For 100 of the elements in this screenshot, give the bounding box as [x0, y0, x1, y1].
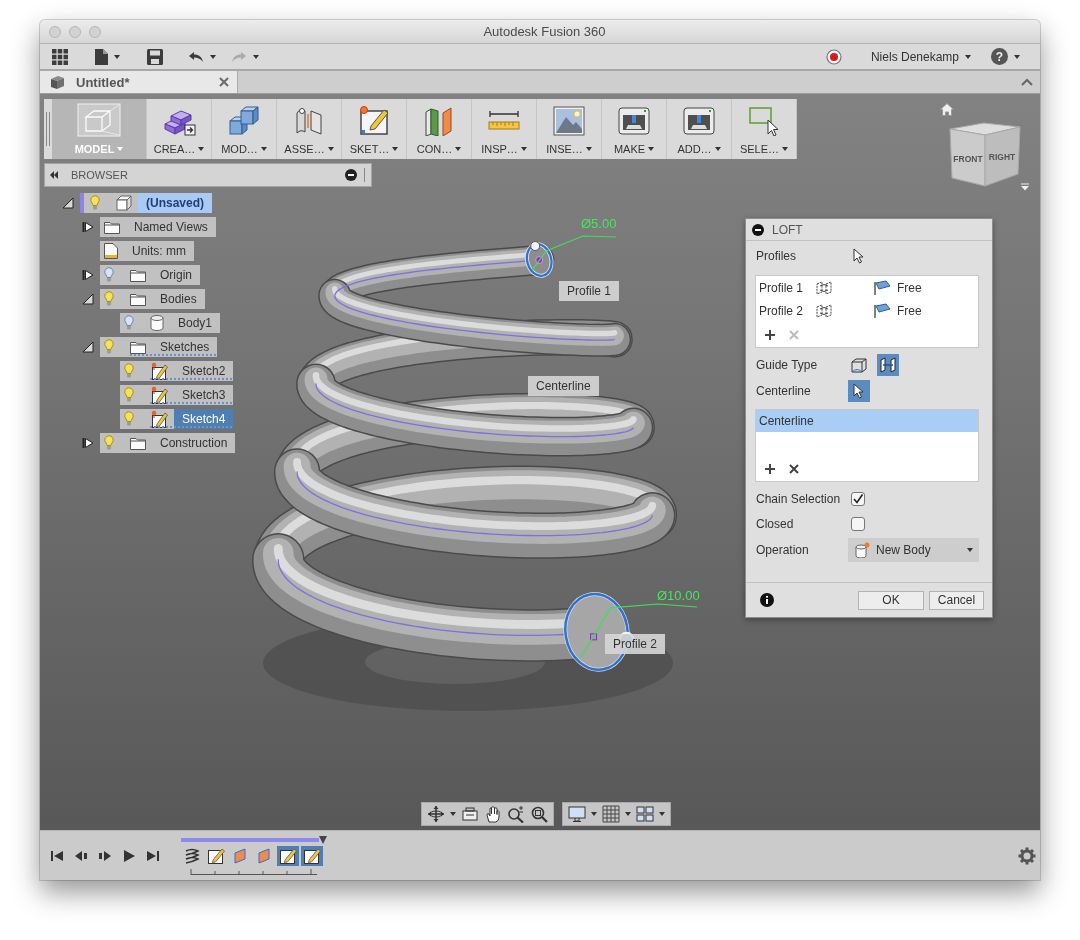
- profile-name[interactable]: Profile 1: [759, 280, 815, 295]
- ribbon-button[interactable]: CON…: [407, 99, 472, 159]
- undo-icon[interactable]: [188, 50, 204, 63]
- caret-icon[interactable]: [450, 812, 456, 816]
- caret-icon[interactable]: [210, 54, 216, 59]
- plus-icon[interactable]: [764, 329, 776, 341]
- caret-icon[interactable]: [625, 812, 631, 816]
- tree-item[interactable]: Sketches: [100, 337, 218, 357]
- tree-item[interactable]: Construction: [100, 433, 236, 453]
- skip-start-icon[interactable]: [50, 848, 64, 863]
- tree-item[interactable]: Origin: [100, 265, 200, 285]
- list-item[interactable]: Centerline: [756, 410, 978, 432]
- plus-icon[interactable]: [764, 463, 776, 475]
- sketch-icon[interactable]: [301, 846, 323, 866]
- pan-hand-icon[interactable]: [484, 805, 502, 823]
- cancel-button[interactable]: Cancel: [929, 590, 984, 610]
- select-button[interactable]: [848, 380, 870, 402]
- ribbon-button[interactable]: SELE…: [732, 99, 797, 159]
- ribbon-button[interactable]: ASSE…: [277, 99, 342, 159]
- lightbulb-icon[interactable]: [124, 315, 134, 331]
- close-icon[interactable]: [789, 464, 799, 474]
- step-forward-icon[interactable]: [98, 848, 112, 863]
- expand-toggle[interactable]: [82, 269, 94, 281]
- tree-item[interactable]: Sketch4: [120, 409, 234, 429]
- profile-circle[interactable]: [524, 241, 554, 278]
- minus-circle-icon[interactable]: [345, 169, 357, 181]
- grid-icon[interactable]: [52, 48, 68, 65]
- home-icon[interactable]: [940, 103, 954, 116]
- playhead-marker[interactable]: [319, 836, 327, 844]
- ok-button[interactable]: OK: [858, 590, 924, 610]
- gear-icon[interactable]: [1018, 846, 1036, 865]
- flag-icon[interactable]: [873, 279, 891, 296]
- caret-icon[interactable]: [965, 54, 971, 59]
- ribbon-button[interactable]: SKET…: [342, 99, 407, 159]
- play-icon[interactable]: [122, 848, 136, 863]
- tree-item[interactable]: Sketch2: [120, 361, 234, 381]
- lightbulb-icon[interactable]: [104, 267, 114, 283]
- tree-item[interactable]: Units: mm: [100, 241, 194, 261]
- user-menu[interactable]: Niels Denekamp: [870, 49, 959, 64]
- profile-name[interactable]: Profile 2: [759, 303, 815, 318]
- tree-item[interactable]: Named Views: [100, 217, 216, 237]
- info-icon[interactable]: [760, 593, 774, 607]
- ribbon-button[interactable]: INSP…: [472, 99, 537, 159]
- tree-item[interactable]: Body1: [120, 313, 221, 333]
- centerline-path[interactable]: [277, 259, 653, 637]
- tree-item-label: Bodies: [159, 291, 198, 308]
- caret-icon: [585, 147, 592, 151]
- ribbon-button[interactable]: INSE…: [537, 99, 602, 159]
- document-tab[interactable]: Untitled*: [40, 71, 238, 93]
- caret-icon[interactable]: [114, 54, 120, 59]
- close-icon[interactable]: [219, 77, 229, 87]
- tree-item[interactable]: Sketch3: [120, 385, 234, 405]
- orbit-icon[interactable]: [427, 805, 445, 823]
- tree-item[interactable]: (Unsaved): [80, 193, 212, 213]
- dimension-label[interactable]: Ø10.00: [657, 588, 700, 603]
- expand-toggle[interactable]: [82, 341, 94, 353]
- chevron-up-icon[interactable]: [1021, 78, 1033, 86]
- flip-icon[interactable]: [815, 279, 833, 296]
- document-icon[interactable]: [95, 48, 108, 65]
- sketch-icon[interactable]: [205, 846, 227, 866]
- ribbon-button[interactable]: CREA…: [147, 99, 212, 159]
- grid-icon[interactable]: [602, 805, 620, 823]
- caret-icon[interactable]: [1014, 54, 1020, 59]
- expand-toggle[interactable]: [82, 293, 94, 305]
- ribbon-button[interactable]: ADD…: [667, 99, 732, 159]
- skip-end-icon[interactable]: [146, 848, 160, 863]
- collapse-icon[interactable]: [752, 223, 764, 236]
- view-cube-label[interactable]: RIGHT: [988, 152, 1016, 162]
- view-cube[interactable]: [949, 122, 1021, 187]
- sketch-icon[interactable]: [277, 846, 299, 866]
- display-icon[interactable]: [568, 805, 586, 823]
- expand-toggle[interactable]: [62, 197, 74, 209]
- help-button[interactable]: ?: [991, 48, 1008, 65]
- save-icon[interactable]: [147, 48, 163, 65]
- zoom-window-icon[interactable]: [530, 805, 548, 823]
- ribbon-button[interactable]: MOD…: [212, 99, 277, 159]
- flip-icon[interactable]: [815, 302, 833, 319]
- record-icon[interactable]: [825, 48, 842, 65]
- zoom-icon[interactable]: [507, 805, 525, 823]
- look-at-icon[interactable]: [461, 805, 479, 823]
- ribbon-button[interactable]: MAKE: [602, 99, 667, 159]
- tree-item[interactable]: Bodies: [100, 289, 205, 309]
- caret-icon[interactable]: [253, 54, 259, 59]
- collapse-icon[interactable]: [50, 171, 58, 179]
- caret-icon[interactable]: [659, 812, 665, 816]
- expand-toggle[interactable]: [82, 221, 94, 233]
- end-condition[interactable]: Free: [897, 280, 922, 295]
- flag-icon[interactable]: [873, 302, 891, 319]
- checkbox[interactable]: [851, 517, 865, 531]
- step-back-icon[interactable]: [74, 848, 88, 863]
- drag-handle[interactable]: [45, 112, 51, 146]
- checkbox[interactable]: [851, 492, 865, 506]
- guide-type-button[interactable]: [877, 354, 899, 376]
- caret-icon[interactable]: [591, 812, 597, 816]
- view-cube-label[interactable]: FRONT: [953, 154, 983, 164]
- operation-dropdown[interactable]: New Body: [848, 538, 979, 562]
- expand-toggle[interactable]: [82, 437, 94, 449]
- viewports-icon[interactable]: [636, 805, 654, 823]
- end-condition[interactable]: Free: [897, 303, 922, 318]
- drag-handle[interactable]: [363, 168, 366, 182]
